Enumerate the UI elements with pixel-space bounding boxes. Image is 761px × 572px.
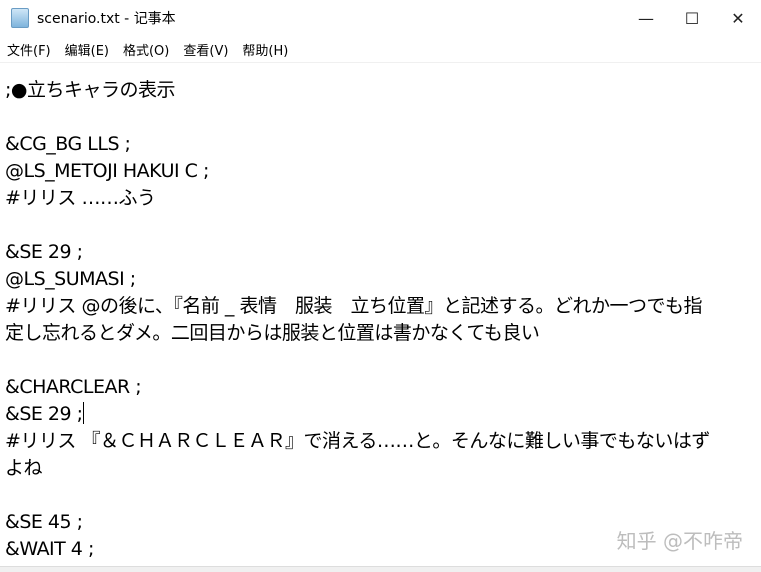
text-line: @LS_SUMASI ;	[5, 268, 136, 290]
notepad-icon	[11, 8, 29, 28]
text-line	[5, 347, 761, 374]
close-button[interactable]: ✕	[715, 0, 761, 36]
text-line: #リリス @の後に、『名前 _ 表情 服装 立ち位置』と記述する。どれか一つでも…	[5, 295, 702, 317]
menu-help[interactable]: 帮助(H)	[235, 40, 295, 59]
menu-edit[interactable]: 编辑(E)	[58, 40, 116, 59]
text-line	[5, 212, 761, 239]
text-line: &CHARCLEAR ;	[5, 376, 142, 398]
text-editor[interactable]: ;●立ちキャラの表示 &CG_BG LLS ; @LS_METOJI HAKUI C…	[5, 77, 761, 563]
text-line: よね	[5, 457, 43, 479]
maximize-button[interactable]: ☐	[669, 0, 715, 36]
status-bar	[0, 566, 761, 572]
minimize-button[interactable]: —	[623, 0, 669, 36]
menu-format[interactable]: 格式(O)	[116, 40, 176, 59]
text-line: @LS_METOJI HAKUI C ;	[5, 160, 209, 182]
text-line: #リリス ……ふう	[5, 187, 156, 209]
text-line	[5, 482, 761, 509]
text-line: &CG_BG LLS ;	[5, 133, 131, 155]
menu-bar: 文件(F) 编辑(E) 格式(O) 查看(V) 帮助(H)	[0, 36, 761, 63]
text-line	[5, 104, 761, 131]
text-line: 定し忘れるとダメ。二回目からは服装と位置は書かなくても良い	[5, 322, 540, 344]
text-line: ;●立ちキャラの表示	[5, 79, 175, 101]
text-line: &SE 29 ;	[5, 241, 83, 263]
menu-file[interactable]: 文件(F)	[0, 40, 58, 59]
text-caret	[82, 402, 84, 424]
menu-view[interactable]: 查看(V)	[176, 40, 235, 59]
window-title: scenario.txt - 记事本	[37, 11, 176, 27]
watermark: 知乎 @不咋帝	[616, 529, 743, 553]
title-bar: scenario.txt - 记事本 — ☐ ✕	[0, 0, 761, 36]
text-line: &SE 29 ;	[5, 402, 84, 425]
text-line: #リリス 『＆ＣＨＡＲＣＬＥＡＲ』で消える……と。そんなに難しい事でもないはず	[5, 430, 710, 452]
